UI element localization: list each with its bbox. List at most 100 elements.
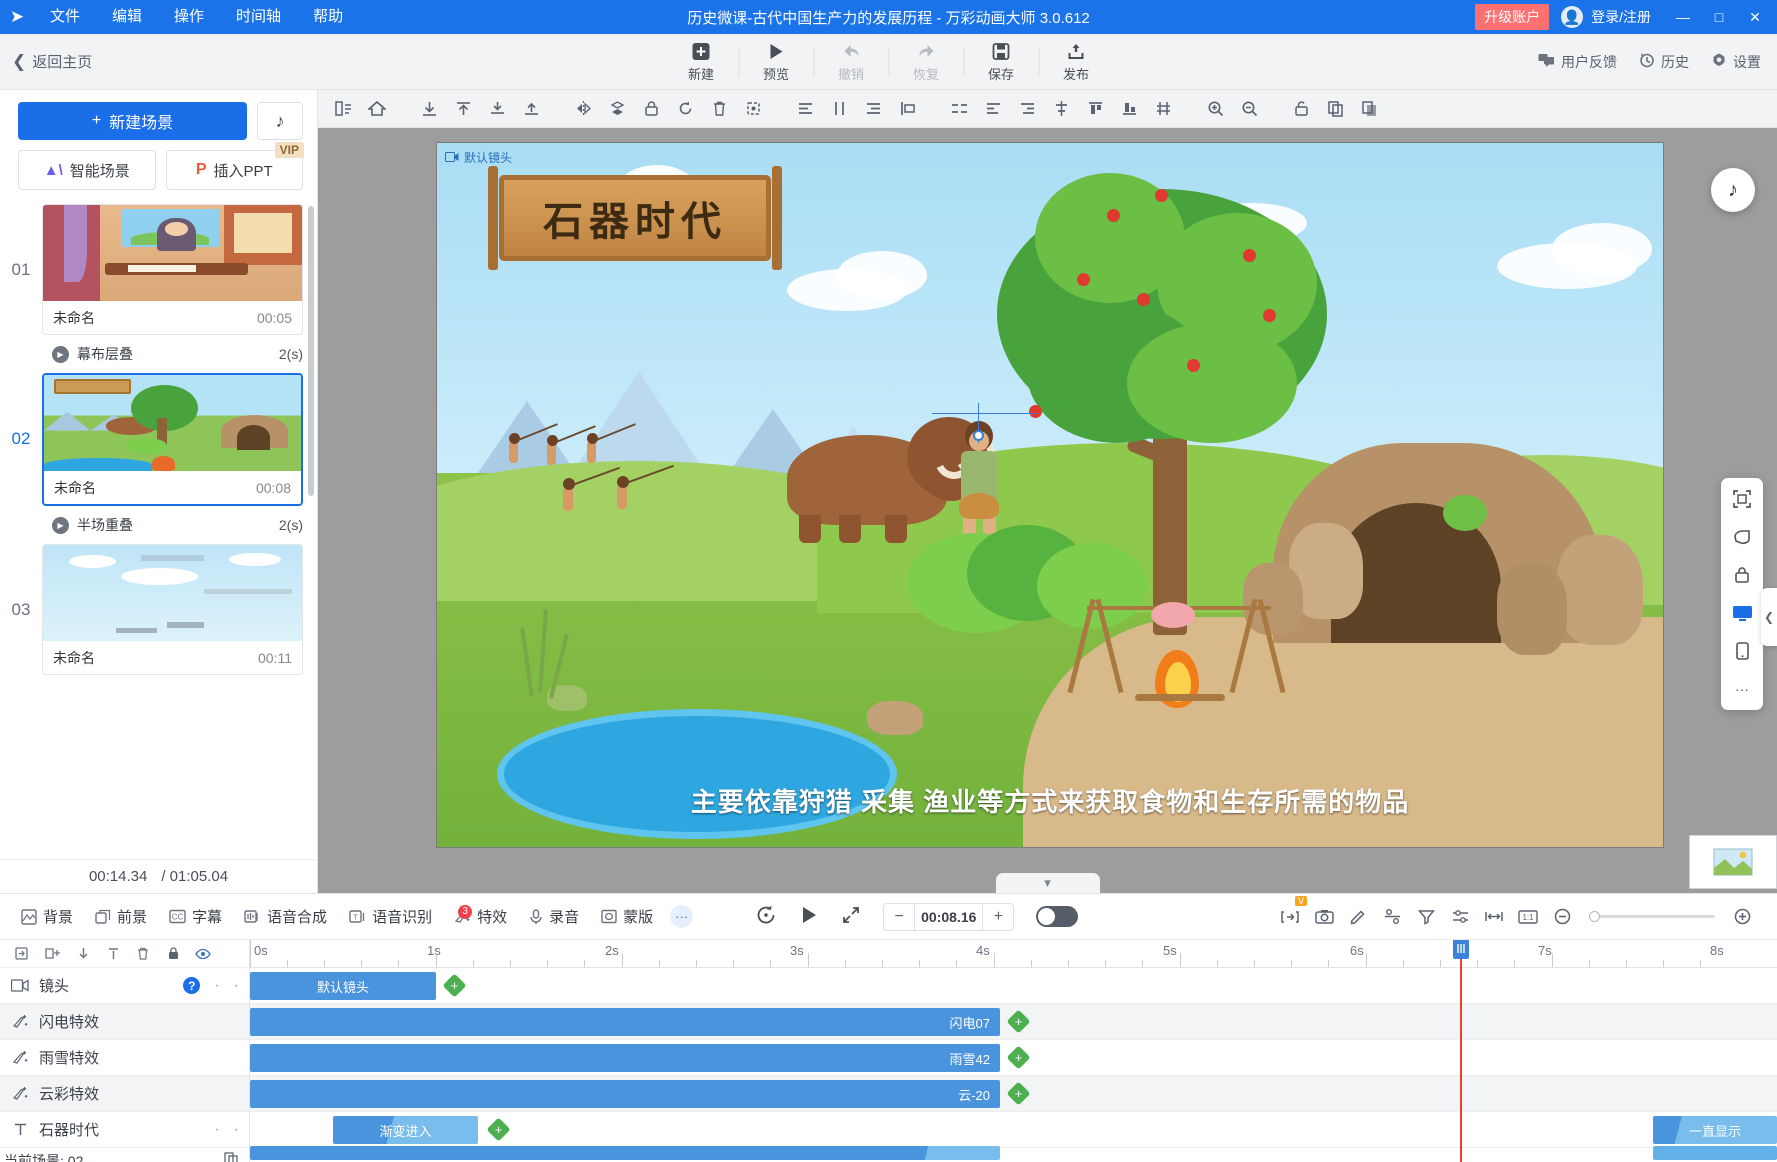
track-dot-2[interactable]: ·	[234, 1121, 239, 1139]
lock-icon[interactable]	[160, 942, 186, 966]
home-icon[interactable]	[360, 92, 394, 126]
unlock-icon[interactable]	[1284, 92, 1318, 126]
track-row-clouds[interactable]: 云-20	[250, 1076, 1777, 1112]
clip-lightning[interactable]: 闪电07	[250, 1008, 1000, 1036]
redo-button[interactable]: 恢复	[889, 40, 963, 83]
delete-icon[interactable]	[130, 942, 156, 966]
track-dot-1[interactable]: ·	[214, 977, 219, 995]
clip-camera[interactable]: 默认镜头	[250, 972, 436, 1000]
close-button[interactable]: ✕	[1737, 0, 1773, 34]
timeline-tracks[interactable]: 0s 1s 2s 3s 4s 5s 6s 7s 8s 默认镜头 + 闪电07 +…	[250, 940, 1777, 1162]
menu-help[interactable]: 帮助	[297, 0, 359, 34]
subtitle-text[interactable]: 主要依靠狩猎 采集 渔业等方式来获取食物和生存所需的物品	[437, 782, 1663, 819]
zoom-slider-knob[interactable]	[1589, 911, 1600, 922]
history-button[interactable]: 历史	[1639, 52, 1689, 72]
align-center-vertical-icon[interactable]	[822, 92, 856, 126]
clip-partial-right[interactable]	[1653, 1146, 1777, 1160]
list-right-icon[interactable]	[1010, 92, 1044, 126]
record-button[interactable]: 录音	[518, 906, 590, 927]
track-row-text[interactable]: 渐变进入 一直显示	[250, 1112, 1777, 1148]
scene-card[interactable]: 未命名 00:05	[42, 204, 303, 335]
time-increment-button[interactable]: +	[983, 904, 1013, 930]
crop-icon[interactable]	[736, 92, 770, 126]
save-button[interactable]: 保存	[964, 40, 1038, 83]
title-banner[interactable]: 石器时代	[488, 166, 782, 270]
align-top-icon[interactable]	[100, 942, 126, 966]
canvas-stage[interactable]: 石器时代 默认镜头 主要依靠狩猎 采集 渔业等方式来获取食物和生存所需的物品	[436, 142, 1664, 848]
background-music-button[interactable]: ♪	[1711, 168, 1755, 212]
collapse-rail-button[interactable]: ❮	[1761, 588, 1777, 646]
undo-button[interactable]: 撤销	[814, 40, 888, 83]
zoom-in-button[interactable]	[1727, 902, 1757, 932]
keyframe-add-button[interactable]	[1006, 1081, 1031, 1106]
scene-item-01[interactable]: 01 未命名 00:05	[0, 204, 317, 335]
distribute-vertical-icon[interactable]	[1146, 92, 1180, 126]
music-note-icon[interactable]: ♪	[257, 102, 303, 140]
scene-item-02[interactable]: 02 未命名 00:08	[0, 373, 317, 506]
track-row-camera[interactable]: 默认镜头	[250, 968, 1777, 1004]
delete-icon[interactable]	[702, 92, 736, 126]
minimize-button[interactable]: —	[1665, 0, 1701, 34]
effects-button[interactable]: 3 特效	[443, 905, 518, 927]
zoom-slider[interactable]	[1589, 911, 1715, 922]
copy-scene-icon[interactable]	[224, 1152, 249, 1162]
rotate-icon[interactable]	[668, 92, 702, 126]
menu-file[interactable]: 文件	[34, 0, 96, 34]
more-options-icon[interactable]: ···	[1727, 676, 1757, 702]
zoom-in-icon[interactable]	[1198, 92, 1232, 126]
track-row-lightning[interactable]: 闪电07	[250, 1004, 1777, 1040]
stage-area[interactable]: 石器时代 默认镜头 主要依靠狩猎 采集 渔业等方式来获取食物和生存所需的物品 ♪	[318, 128, 1777, 893]
back-home-button[interactable]: ❮ 返回主页	[0, 51, 92, 72]
flip-vertical-icon[interactable]	[600, 92, 634, 126]
zoom-out-icon[interactable]	[1232, 92, 1266, 126]
foreground-button[interactable]: 前景	[84, 906, 158, 927]
scene-card[interactable]: 未命名 00:08	[42, 373, 303, 506]
fit-width-icon[interactable]: V	[1275, 895, 1307, 932]
monitor-icon[interactable]	[1727, 600, 1757, 626]
keyframe-add-button[interactable]	[1006, 1045, 1031, 1070]
add-track-icon[interactable]	[40, 942, 66, 966]
track-label-text[interactable]: 石器时代 · ·	[0, 1112, 249, 1148]
scene-item-03[interactable]: 03 未命名 00:11	[0, 544, 317, 675]
menu-timeline[interactable]: 时间轴	[220, 0, 297, 34]
publish-button[interactable]: 发布	[1039, 40, 1113, 83]
track-label-clouds[interactable]: 云彩特效	[0, 1076, 249, 1112]
mobile-icon[interactable]	[1727, 638, 1757, 664]
more-tools-button[interactable]: ···	[670, 905, 694, 928]
clip-partial[interactable]	[250, 1146, 1000, 1160]
align-top-edges-icon[interactable]	[1078, 92, 1112, 126]
track-row-rainsnow[interactable]: 雨雪42	[250, 1040, 1777, 1076]
time-decrement-button[interactable]: −	[884, 904, 914, 930]
clip-text-always-show[interactable]: 一直显示	[1653, 1116, 1777, 1144]
align-right-icon[interactable]	[856, 92, 890, 126]
move-down-icon[interactable]	[70, 942, 96, 966]
copy-icon[interactable]	[1318, 92, 1352, 126]
play-circle-icon[interactable]: ▶	[52, 516, 69, 534]
new-scene-button[interactable]: + 新建场景	[18, 102, 247, 140]
mini-preview-thumbnail[interactable]	[1689, 835, 1777, 889]
track-dot-2[interactable]: ·	[234, 977, 239, 995]
zoom-out-button[interactable]	[1547, 902, 1577, 932]
track-row-partial[interactable]	[250, 1146, 1777, 1162]
keyframe-add-button[interactable]	[442, 973, 467, 998]
duplicate-icon[interactable]	[1352, 92, 1386, 126]
track-label-camera[interactable]: 镜头 ? · ·	[0, 968, 249, 1004]
timeline-ruler[interactable]: 0s 1s 2s 3s 4s 5s 6s 7s 8s	[250, 940, 1777, 968]
insert-ppt-button[interactable]: P 插入PPT VIP	[165, 142, 304, 190]
menu-operation[interactable]: 操作	[158, 0, 220, 34]
collapse-stage-button[interactable]: ▾	[995, 873, 1100, 893]
login-register-button[interactable]: 👤 登录/注册	[1561, 6, 1651, 28]
time-stepper[interactable]: − 00:08.16 +	[883, 902, 1015, 931]
align-middle-icon[interactable]	[480, 92, 514, 126]
lock-icon[interactable]	[634, 92, 668, 126]
user-feedback-button[interactable]: 用户反馈	[1538, 52, 1617, 72]
tts-button[interactable]: 语音合成	[233, 906, 338, 927]
new-button[interactable]: 新建	[664, 40, 738, 83]
sidebar-scrollbar[interactable]	[308, 206, 314, 496]
playhead-handle[interactable]	[1453, 940, 1469, 959]
fit-screen-icon[interactable]	[1727, 486, 1757, 512]
align-bottom-icon[interactable]	[412, 92, 446, 126]
list-left-icon[interactable]	[976, 92, 1010, 126]
fit-icon[interactable]	[1479, 902, 1509, 932]
center-vertical-icon[interactable]	[1044, 92, 1078, 126]
